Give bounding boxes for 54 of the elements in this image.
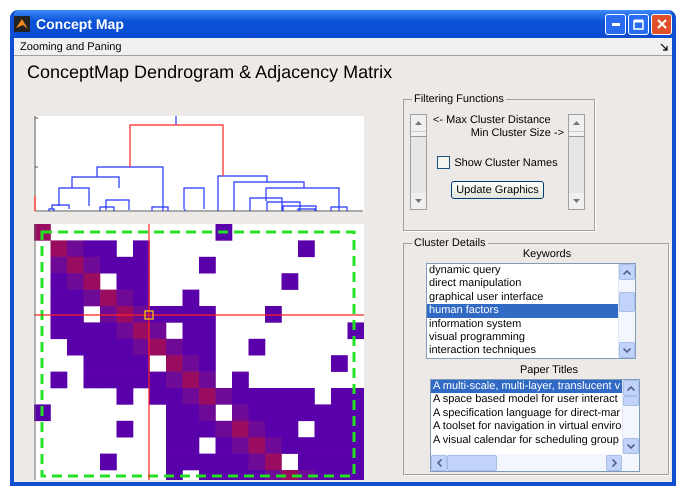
triangle-down-icon xyxy=(573,199,580,203)
list-item[interactable]: dynamic query xyxy=(427,264,618,278)
page-heading: ConceptMap Dendrogram & Adjacency Matrix xyxy=(27,62,394,83)
list-label: Paper Titles xyxy=(518,364,580,377)
list-item[interactable]: direct manipulation xyxy=(427,277,618,291)
chevron-up-icon xyxy=(627,386,635,390)
chevron-down-icon xyxy=(623,348,631,352)
slider-label: Min Cluster Size -> xyxy=(470,127,564,140)
maximize-button[interactable] xyxy=(628,14,649,34)
close-icon xyxy=(656,19,666,29)
list-label: Keywords xyxy=(522,248,572,261)
triangle-down-icon xyxy=(415,199,422,203)
list-box[interactable] xyxy=(430,379,640,472)
triangle-up-icon xyxy=(573,121,580,125)
chevron-right-icon xyxy=(612,458,616,466)
list-box[interactable]: dynamic query direct manipulation graphical user interface human factors information system visual programming interaction techniques xyxy=(426,263,636,359)
scroll-down-button[interactable] xyxy=(623,438,639,454)
checkbox-label: Show Cluster Names xyxy=(454,156,558,168)
slider-thumb[interactable] xyxy=(411,131,426,138)
scroll-right-button[interactable] xyxy=(606,454,622,470)
scroll-thumb[interactable] xyxy=(623,396,639,406)
minimize-icon xyxy=(612,22,620,26)
list-item[interactable]: interaction techniques xyxy=(427,344,618,358)
chevron-up-icon xyxy=(623,270,631,274)
triangle-up-icon xyxy=(415,121,422,125)
list-item[interactable]: human factors xyxy=(427,304,618,318)
list-item[interactable]: visual programming xyxy=(427,331,618,344)
list-item[interactable]: A space based model for user interact xyxy=(431,393,622,407)
scroll-thumb[interactable] xyxy=(447,454,497,470)
checkbox[interactable] xyxy=(437,156,450,169)
chevron-left-icon xyxy=(436,458,442,466)
scroll-left-button[interactable] xyxy=(431,454,447,470)
list-item[interactable]: graphical user interface xyxy=(427,290,618,304)
list-item[interactable]: A specification language for direct-mar xyxy=(431,406,622,420)
list-item[interactable]: A toolset for navigation in virtual enviro xyxy=(431,420,622,434)
minimize-button[interactable] xyxy=(605,14,626,34)
panel-title: Filtering Functions xyxy=(412,93,506,106)
app-icon xyxy=(14,16,30,32)
toolbar-label: Zooming and Paning xyxy=(20,40,122,52)
scroll-up-button[interactable] xyxy=(623,380,639,396)
scroll-thumb[interactable] xyxy=(619,292,635,312)
list-item[interactable]: A visual calendar for scheduling group xyxy=(431,434,622,448)
list-item[interactable]: information system xyxy=(427,318,618,332)
window-title: Concept Map xyxy=(36,16,125,32)
list-item[interactable]: A multi-scale, multi-layer, translucent v xyxy=(431,380,622,394)
slider-thumb[interactable] xyxy=(569,131,584,138)
close-button[interactable] xyxy=(651,14,672,34)
scroll-up-button[interactable] xyxy=(619,264,635,280)
update-button[interactable]: Update Graphics xyxy=(451,181,544,199)
dock-arrow-icon[interactable] xyxy=(660,42,668,50)
chevron-down-icon xyxy=(627,444,635,448)
scroll-down-button[interactable] xyxy=(619,342,635,358)
slider-label: <- Max Cluster Distance xyxy=(433,114,551,127)
maximize-icon xyxy=(633,18,644,30)
